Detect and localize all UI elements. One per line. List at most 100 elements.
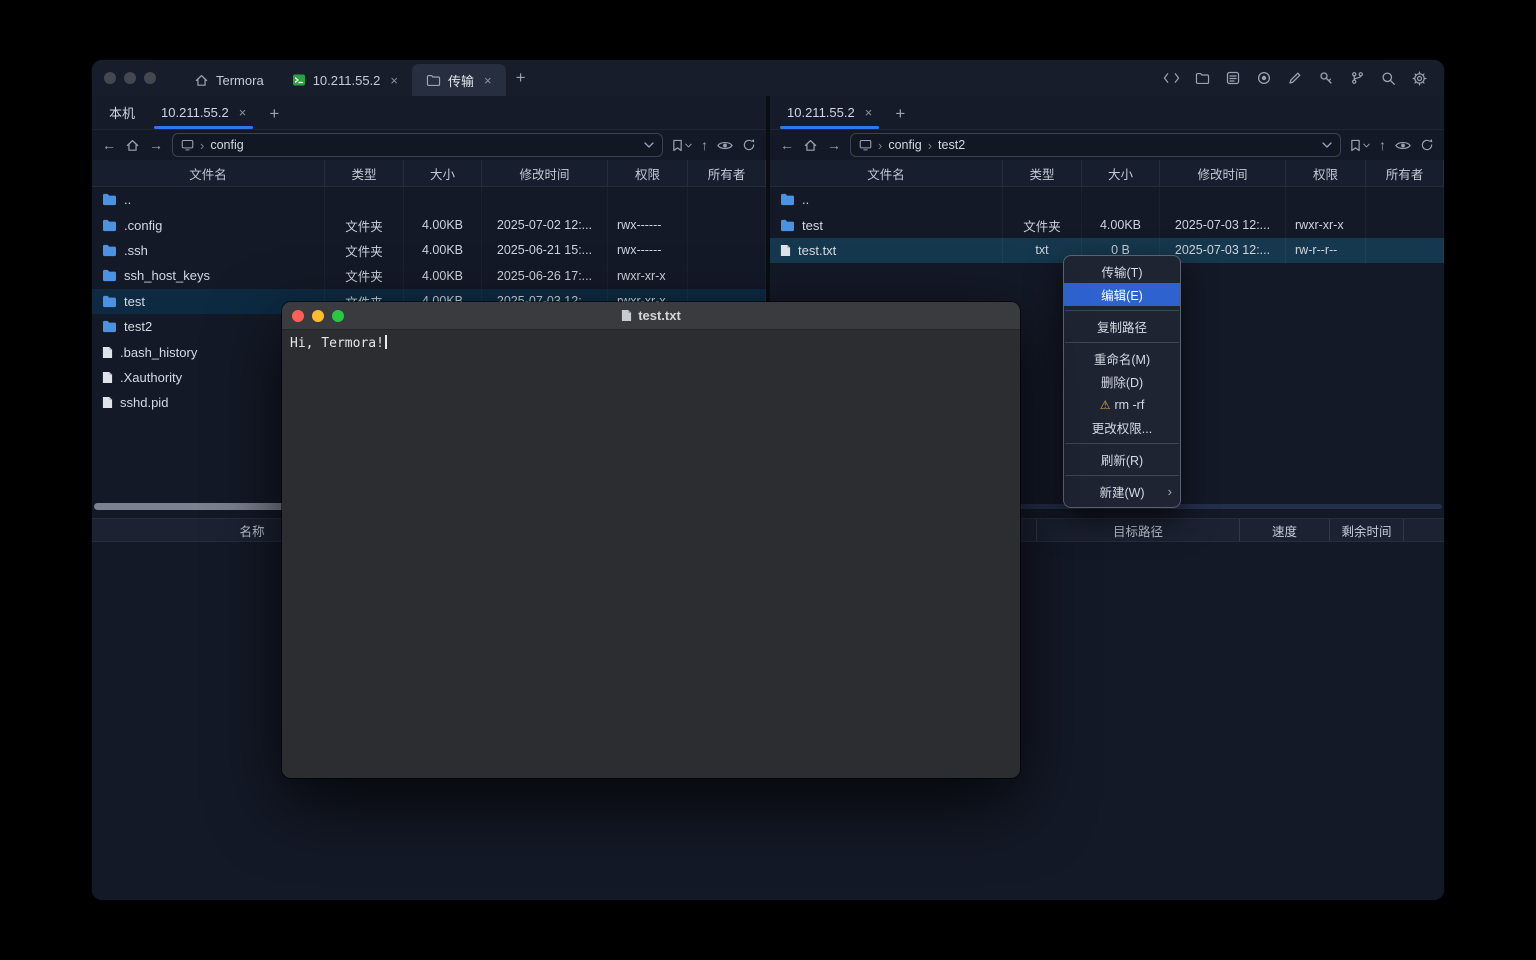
forward-icon[interactable]: → (149, 138, 163, 152)
new-tab-button[interactable]: + (259, 96, 289, 132)
forward-icon[interactable]: → (827, 138, 841, 152)
bookmark-button[interactable] (672, 139, 692, 152)
context-menu-item[interactable]: ⚠ › (1064, 306, 1180, 315)
chevron-down-icon[interactable] (644, 142, 654, 148)
close-window-button[interactable] (104, 72, 116, 84)
context-menu-item[interactable]: ⚠ › (1064, 439, 1180, 448)
home-icon (194, 73, 209, 88)
editor-titlebar[interactable]: test.txt (282, 302, 1020, 330)
chevron-right-icon: › (878, 138, 882, 153)
path-bar[interactable]: › config › test2 (850, 133, 1341, 157)
column-header-type[interactable]: 类型 (325, 160, 404, 186)
close-tab-icon[interactable]: × (239, 105, 247, 120)
file-name-cell: ssh_host_keys (92, 263, 325, 288)
search-icon[interactable] (1379, 69, 1397, 87)
refresh-icon[interactable] (742, 138, 756, 152)
file-row[interactable]: test 文件夹 4.00KB 2025-07-03 12:... rwxr-x… (770, 212, 1444, 237)
context-menu-item[interactable]: ⚠ 编辑(E) › (1064, 283, 1180, 306)
breadcrumb-segment[interactable]: test2 (938, 138, 965, 152)
file-row[interactable]: .. (770, 187, 1444, 212)
back-icon[interactable]: ← (780, 138, 794, 152)
column-header-type[interactable]: 类型 (1003, 160, 1082, 186)
file-row[interactable]: ssh_host_keys 文件夹 4.00KB 2025-06-26 17:.… (92, 263, 766, 288)
transfer-column-speed[interactable]: 速度 (1240, 519, 1330, 541)
tab-local[interactable]: 本机 (96, 96, 148, 129)
file-row[interactable]: .. (92, 187, 766, 212)
context-menu-item[interactable]: ⚠ 刷新(R) › (1064, 448, 1180, 471)
column-header-modified[interactable]: 修改时间 (482, 160, 608, 186)
file-perms: rwxr-xr-x (608, 263, 688, 288)
close-window-button[interactable] (292, 310, 304, 322)
breadcrumb-segment[interactable]: config (888, 138, 921, 152)
context-menu-item[interactable]: ⚠ 新建(W) › (1064, 480, 1180, 503)
new-tab-button[interactable]: + (885, 96, 915, 132)
column-header-filename[interactable]: 文件名 (770, 160, 1003, 186)
column-header-owner[interactable]: 所有者 (688, 160, 766, 186)
zoom-window-button[interactable] (144, 72, 156, 84)
file-modified: 2025-06-21 15:... (482, 238, 608, 263)
file-icon (780, 244, 791, 257)
code-icon[interactable] (1162, 69, 1180, 87)
window-controls (104, 60, 156, 96)
context-menu-item[interactable]: ⚠ rm -rf › (1064, 393, 1180, 416)
eye-icon[interactable] (1395, 140, 1411, 151)
home-icon[interactable] (803, 138, 818, 153)
menu-item-label: rm -rf (1114, 398, 1144, 412)
transfer-column-target[interactable]: 目标路径 (1036, 519, 1240, 541)
chevron-down-icon[interactable] (1322, 142, 1332, 148)
settings-icon[interactable] (1410, 69, 1428, 87)
edit-icon[interactable] (1286, 69, 1304, 87)
tab-termora-home[interactable]: Termora (180, 64, 278, 96)
tab-remote-host[interactable]: 10.211.55.2 × (148, 96, 259, 129)
file-row[interactable]: .ssh 文件夹 4.00KB 2025-06-21 15:... rwx---… (92, 238, 766, 263)
file-owner (1366, 187, 1444, 212)
context-menu-item[interactable]: ⚠ 传输(T) › (1064, 260, 1180, 283)
tab-label: 10.211.55.2 (161, 105, 229, 120)
titlebar: Termora 10.211.55.2 × 传输 × + (92, 60, 1444, 96)
path-bar[interactable]: › config (172, 133, 663, 157)
column-header-filename[interactable]: 文件名 (92, 160, 325, 186)
log-icon[interactable] (1224, 69, 1242, 87)
breadcrumb-segment[interactable]: config (210, 138, 243, 152)
close-tab-icon[interactable]: × (865, 105, 873, 120)
branch-icon[interactable] (1348, 69, 1366, 87)
close-tab-icon[interactable]: × (484, 73, 492, 88)
zoom-window-button[interactable] (332, 310, 344, 322)
context-menu-item[interactable]: ⚠ › (1064, 471, 1180, 480)
column-header-owner[interactable]: 所有者 (1366, 160, 1444, 186)
file-name: .. (124, 192, 131, 207)
minimize-window-button[interactable] (124, 72, 136, 84)
context-menu-item[interactable]: ⚠ 重命名(M) › (1064, 347, 1180, 370)
context-menu-item[interactable]: ⚠ 复制路径 › (1064, 315, 1180, 338)
upload-icon[interactable]: ↑ (701, 138, 708, 152)
upload-icon[interactable]: ↑ (1379, 138, 1386, 152)
context-menu-item[interactable]: ⚠ › (1064, 338, 1180, 347)
column-header-perms[interactable]: 权限 (1286, 160, 1366, 186)
folder-icon[interactable] (1193, 69, 1211, 87)
column-header-perms[interactable]: 权限 (608, 160, 688, 186)
tab-ssh-session[interactable]: 10.211.55.2 × (278, 64, 412, 96)
refresh-icon[interactable] (1420, 138, 1434, 152)
close-tab-icon[interactable]: × (390, 73, 398, 88)
transfer-column-remaining[interactable]: 剩余时间 (1330, 519, 1404, 541)
record-icon[interactable] (1255, 69, 1273, 87)
column-header-modified[interactable]: 修改时间 (1160, 160, 1286, 186)
editor-content[interactable]: Hi, Termora! (282, 330, 1020, 778)
tab-remote-host[interactable]: 10.211.55.2 × (774, 96, 885, 129)
file-perms (608, 187, 688, 212)
back-icon[interactable]: ← (102, 138, 116, 152)
eye-icon[interactable] (717, 140, 733, 151)
menu-item-label: 新建(W) (1099, 482, 1144, 501)
file-row[interactable]: .config 文件夹 4.00KB 2025-07-02 12:... rwx… (92, 212, 766, 237)
column-header-size[interactable]: 大小 (404, 160, 482, 186)
home-icon[interactable] (125, 138, 140, 153)
context-menu-item[interactable]: ⚠ 更改权限... › (1064, 416, 1180, 439)
minimize-window-button[interactable] (312, 310, 324, 322)
file-size (404, 187, 482, 212)
context-menu-item[interactable]: ⚠ 删除(D) › (1064, 370, 1180, 393)
key-icon[interactable] (1317, 69, 1335, 87)
new-tab-button[interactable]: + (506, 60, 536, 96)
tab-transfer[interactable]: 传输 × (412, 64, 506, 96)
column-header-size[interactable]: 大小 (1082, 160, 1160, 186)
bookmark-button[interactable] (1350, 139, 1370, 152)
